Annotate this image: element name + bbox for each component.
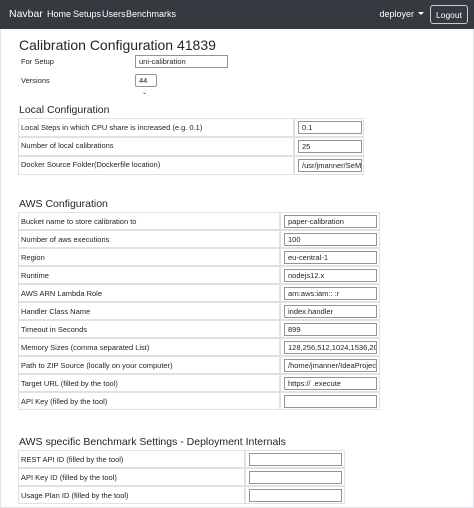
timeout-input[interactable]: 899: [284, 323, 377, 336]
nav-link-users[interactable]: Users: [102, 9, 126, 19]
user-name: deployer: [379, 9, 414, 19]
handler-input[interactable]: index.handler: [284, 305, 377, 318]
versions-label: Versions: [21, 76, 50, 85]
docker-folder-label: Docker Source Folder(Dockerfile location…: [21, 160, 161, 169]
zip-path-input[interactable]: /home/jmanner/IdeaProjects: [284, 359, 377, 372]
page-title: Calibration Configuration 41839: [19, 37, 216, 53]
bucket-input[interactable]: paper-calibration: [284, 215, 377, 228]
api-key-id-input[interactable]: [249, 471, 342, 484]
nav-link-benchmarks[interactable]: Benchmarks: [126, 9, 176, 19]
versions-value: 44: [139, 76, 148, 85]
region-label: Region: [21, 253, 45, 262]
navbar: Navbar Home Setups Users Benchmarks depl…: [0, 0, 474, 29]
caret-down-icon: [418, 12, 424, 15]
chevron-down-icon: ⌄: [142, 90, 148, 96]
bucket-label: Bucket name to store calibration to: [21, 217, 137, 226]
zip-path-label: Path to ZIP Source (locally on your comp…: [21, 361, 173, 370]
api-key-label: API Key (filled by the tool): [21, 397, 108, 406]
timeout-label: Timeout in Seconds: [21, 325, 88, 334]
docker-folder-input[interactable]: /usr/jmanner/SeMoDe-Func: [298, 159, 362, 172]
nav-link-setups[interactable]: Setups: [73, 9, 101, 19]
region-label-cell: [18, 248, 280, 266]
target-url-input[interactable]: https:// .execute: [284, 377, 377, 390]
nav-link-home[interactable]: Home: [47, 9, 71, 19]
api-key-id-label: API Key ID (filled by the tool): [21, 473, 117, 482]
region-input[interactable]: eu-central-1: [284, 251, 377, 264]
internals-title: AWS specific Benchmark Settings - Deploy…: [19, 436, 286, 448]
runtime-input[interactable]: nodejs12.x: [284, 269, 377, 282]
user-menu-toggle[interactable]: deployer: [379, 9, 424, 19]
usage-plan-id-input[interactable]: [249, 489, 342, 502]
versions-select[interactable]: 44 ⌄: [135, 74, 157, 96]
handler-label: Handler Class Name: [21, 307, 91, 316]
target-url-label: Target URL (filled by the tool): [21, 379, 118, 388]
local-config-title: Local Configuration: [19, 104, 110, 116]
local-steps-input[interactable]: 0.1: [298, 121, 362, 134]
local-steps-label: Local Steps in which CPU share is increa…: [21, 123, 203, 132]
logout-button[interactable]: Logout: [430, 5, 468, 24]
runtime-label: Runtime: [21, 271, 49, 280]
runtime-label-cell: [18, 266, 280, 284]
for-setup-label: For Setup: [21, 57, 54, 66]
arn-role-label: AWS ARN Lambda Role: [21, 289, 103, 298]
memory-input[interactable]: 128,256,512,1024,1536,2048,: [284, 341, 377, 354]
rest-api-id-label: REST API ID (filled by the tool): [21, 455, 124, 464]
executions-label: Number of aws executions: [21, 235, 110, 244]
aws-config-title: AWS Configuration: [19, 198, 108, 210]
memory-label: Memory Sizes (comma separated List): [21, 343, 150, 352]
usage-plan-id-label: Usage Plan ID (filled by the tool): [21, 491, 129, 500]
for-setup-field[interactable]: uni-calibration: [135, 55, 228, 68]
navbar-brand[interactable]: Navbar: [9, 8, 43, 20]
arn-role-input[interactable]: arn:aws:iam:: :r: [284, 287, 377, 300]
executions-input[interactable]: 100: [284, 233, 377, 246]
local-calibrations-input[interactable]: 25: [298, 140, 362, 153]
local-calibrations-label: Number of local calibrations: [21, 141, 114, 150]
rest-api-id-input[interactable]: [249, 453, 342, 466]
api-key-input[interactable]: [284, 395, 377, 408]
